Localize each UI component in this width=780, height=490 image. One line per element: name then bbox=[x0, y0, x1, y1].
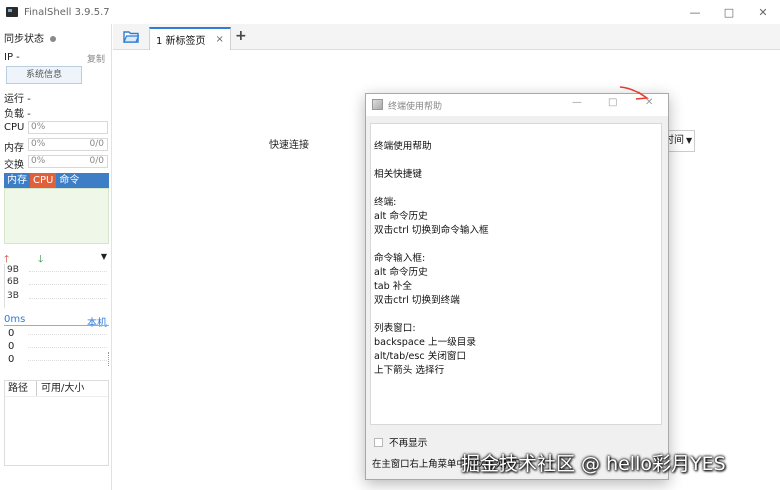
quick-connect-label: 快速连接 bbox=[269, 140, 309, 151]
ping-latency: 0ms bbox=[4, 314, 26, 325]
help-line: alt/tab/esc 关闭窗口 bbox=[374, 351, 467, 362]
swap-label: 交换 bbox=[4, 160, 24, 171]
swap-meter: 0% 0/0 bbox=[28, 155, 108, 168]
ping-value: 0 bbox=[8, 341, 15, 352]
ping-value: 0 bbox=[8, 354, 15, 365]
annotation-arrow-icon bbox=[619, 86, 650, 100]
net-tick-label: 3B bbox=[7, 291, 19, 301]
copy-ip-link[interactable]: 复制 bbox=[87, 52, 105, 65]
run-label: 运行 - bbox=[4, 94, 31, 105]
dont-show-again-option[interactable]: 不再显示 bbox=[374, 435, 427, 449]
process-tabs: 内存 CPU 命令 bbox=[4, 173, 109, 188]
tab-close-icon[interactable]: × bbox=[216, 34, 224, 45]
status-sidebar: 同步状态 IP - 复制 系统信息 运行 - 负载 - CPU 0% 内存 0%… bbox=[0, 24, 112, 490]
help-line-spacer bbox=[374, 308, 661, 322]
cpu-meter: 0% bbox=[28, 121, 108, 134]
help-line: backspace 上一级目录 bbox=[374, 337, 476, 348]
help-line: 终端: bbox=[374, 197, 397, 208]
net-gridline bbox=[29, 284, 107, 285]
help-line: 相关快捷键 bbox=[374, 169, 422, 180]
memory-value: 0% bbox=[31, 139, 46, 149]
terminal-help-dialog: 终端使用帮助 — □ ✕ 终端使用帮助 相关快捷键 终端: alt 命令历史 双击ctr… bbox=[365, 93, 669, 480]
ip-label: IP - bbox=[4, 52, 20, 63]
network-header: 🡑 🡓 ▼ bbox=[4, 252, 109, 265]
filesystem-table: 路径 可用/大小 bbox=[4, 380, 109, 466]
dont-show-label: 不再显示 bbox=[389, 438, 428, 449]
help-line: 上下箭头 选择行 bbox=[374, 365, 445, 376]
cpu-value: 0% bbox=[31, 122, 46, 132]
net-gridline bbox=[29, 298, 107, 299]
help-line: alt 命令历史 bbox=[374, 211, 428, 222]
ping-gridline bbox=[28, 347, 107, 348]
close-button[interactable]: ✕ bbox=[746, 0, 780, 24]
chevron-down-icon: ▼ bbox=[686, 136, 693, 145]
app-title: FinalShell 3.9.5.7 bbox=[24, 6, 110, 18]
sync-status-dot-icon bbox=[50, 36, 56, 42]
process-list[interactable] bbox=[4, 188, 109, 244]
tab-new-tab[interactable]: 1 新标签页 × bbox=[149, 27, 231, 50]
swap-value: 0% bbox=[31, 156, 46, 166]
sync-status-label: 同步状态 bbox=[4, 34, 44, 45]
panel-resize-handle[interactable] bbox=[108, 352, 111, 366]
ping-gridline bbox=[28, 360, 107, 361]
help-line-spacer bbox=[374, 238, 661, 252]
watermark: 掘金技术社区 @ hello彩月YES bbox=[461, 453, 726, 475]
folder-icon[interactable] bbox=[123, 30, 139, 43]
dont-show-checkbox[interactable] bbox=[374, 437, 383, 447]
help-line: 双击ctrl 切换到命令输入框 bbox=[374, 225, 489, 236]
app-titlebar: FinalShell 3.9.5.7 — □ ✕ bbox=[0, 0, 780, 24]
swap-usage: 0/0 bbox=[89, 156, 104, 166]
tab-label: 1 新标签页 bbox=[156, 36, 206, 47]
network-menu-dropdown-icon[interactable]: ▼ bbox=[101, 252, 107, 261]
help-line-spacer bbox=[374, 154, 661, 168]
memory-usage: 0/0 bbox=[89, 139, 104, 149]
ping-chart: 0 0 0 bbox=[4, 325, 109, 369]
app-logo-icon bbox=[6, 7, 18, 17]
help-line: tab 补全 bbox=[374, 281, 412, 292]
dialog-title: 终端使用帮助 bbox=[388, 102, 443, 112]
network-chart: 9B 6B 3B bbox=[4, 264, 109, 308]
system-info-button[interactable]: 系统信息 bbox=[6, 66, 82, 84]
process-tab-memory[interactable]: 内存 bbox=[4, 173, 30, 188]
process-tab-command[interactable]: 命令 bbox=[56, 173, 82, 188]
filesystem-table-header: 路径 可用/大小 bbox=[5, 381, 108, 397]
ping-value: 0 bbox=[8, 328, 15, 339]
dialog-minimize-button[interactable]: — bbox=[572, 97, 582, 108]
net-gridline bbox=[29, 271, 107, 272]
help-line-spacer bbox=[374, 182, 661, 196]
add-tab-button[interactable]: + bbox=[235, 28, 247, 44]
maximize-button[interactable]: □ bbox=[712, 0, 746, 24]
ping-gridline bbox=[28, 334, 107, 335]
dialog-maximize-button[interactable]: □ bbox=[608, 97, 617, 108]
session-tabbar: 1 新标签页 × + bbox=[113, 24, 780, 50]
sync-status: 同步状态 bbox=[4, 30, 56, 45]
help-line: 命令输入框: bbox=[374, 253, 426, 264]
load-label: 负载 - bbox=[4, 109, 31, 120]
memory-meter: 0% 0/0 bbox=[28, 138, 108, 151]
cpu-label: CPU bbox=[4, 122, 25, 133]
help-line: 双击ctrl 切换到终端 bbox=[374, 295, 460, 306]
help-line: 列表窗口: bbox=[374, 323, 416, 334]
process-tab-cpu[interactable]: CPU bbox=[30, 173, 57, 188]
dialog-app-icon bbox=[372, 99, 383, 110]
net-tick-label: 6B bbox=[7, 277, 19, 287]
minimize-button[interactable]: — bbox=[678, 0, 712, 24]
fs-column-path[interactable]: 路径 bbox=[5, 381, 37, 396]
help-text-area[interactable]: 终端使用帮助 相关快捷键 终端: alt 命令历史 双击ctrl 切换到命令输入框 命令输… bbox=[370, 123, 662, 425]
memory-label: 内存 bbox=[4, 143, 24, 154]
help-line: 终端使用帮助 bbox=[374, 141, 432, 152]
net-tick-label: 9B bbox=[7, 265, 19, 275]
fs-column-size[interactable]: 可用/大小 bbox=[37, 381, 84, 396]
help-line: alt 命令历史 bbox=[374, 267, 428, 278]
